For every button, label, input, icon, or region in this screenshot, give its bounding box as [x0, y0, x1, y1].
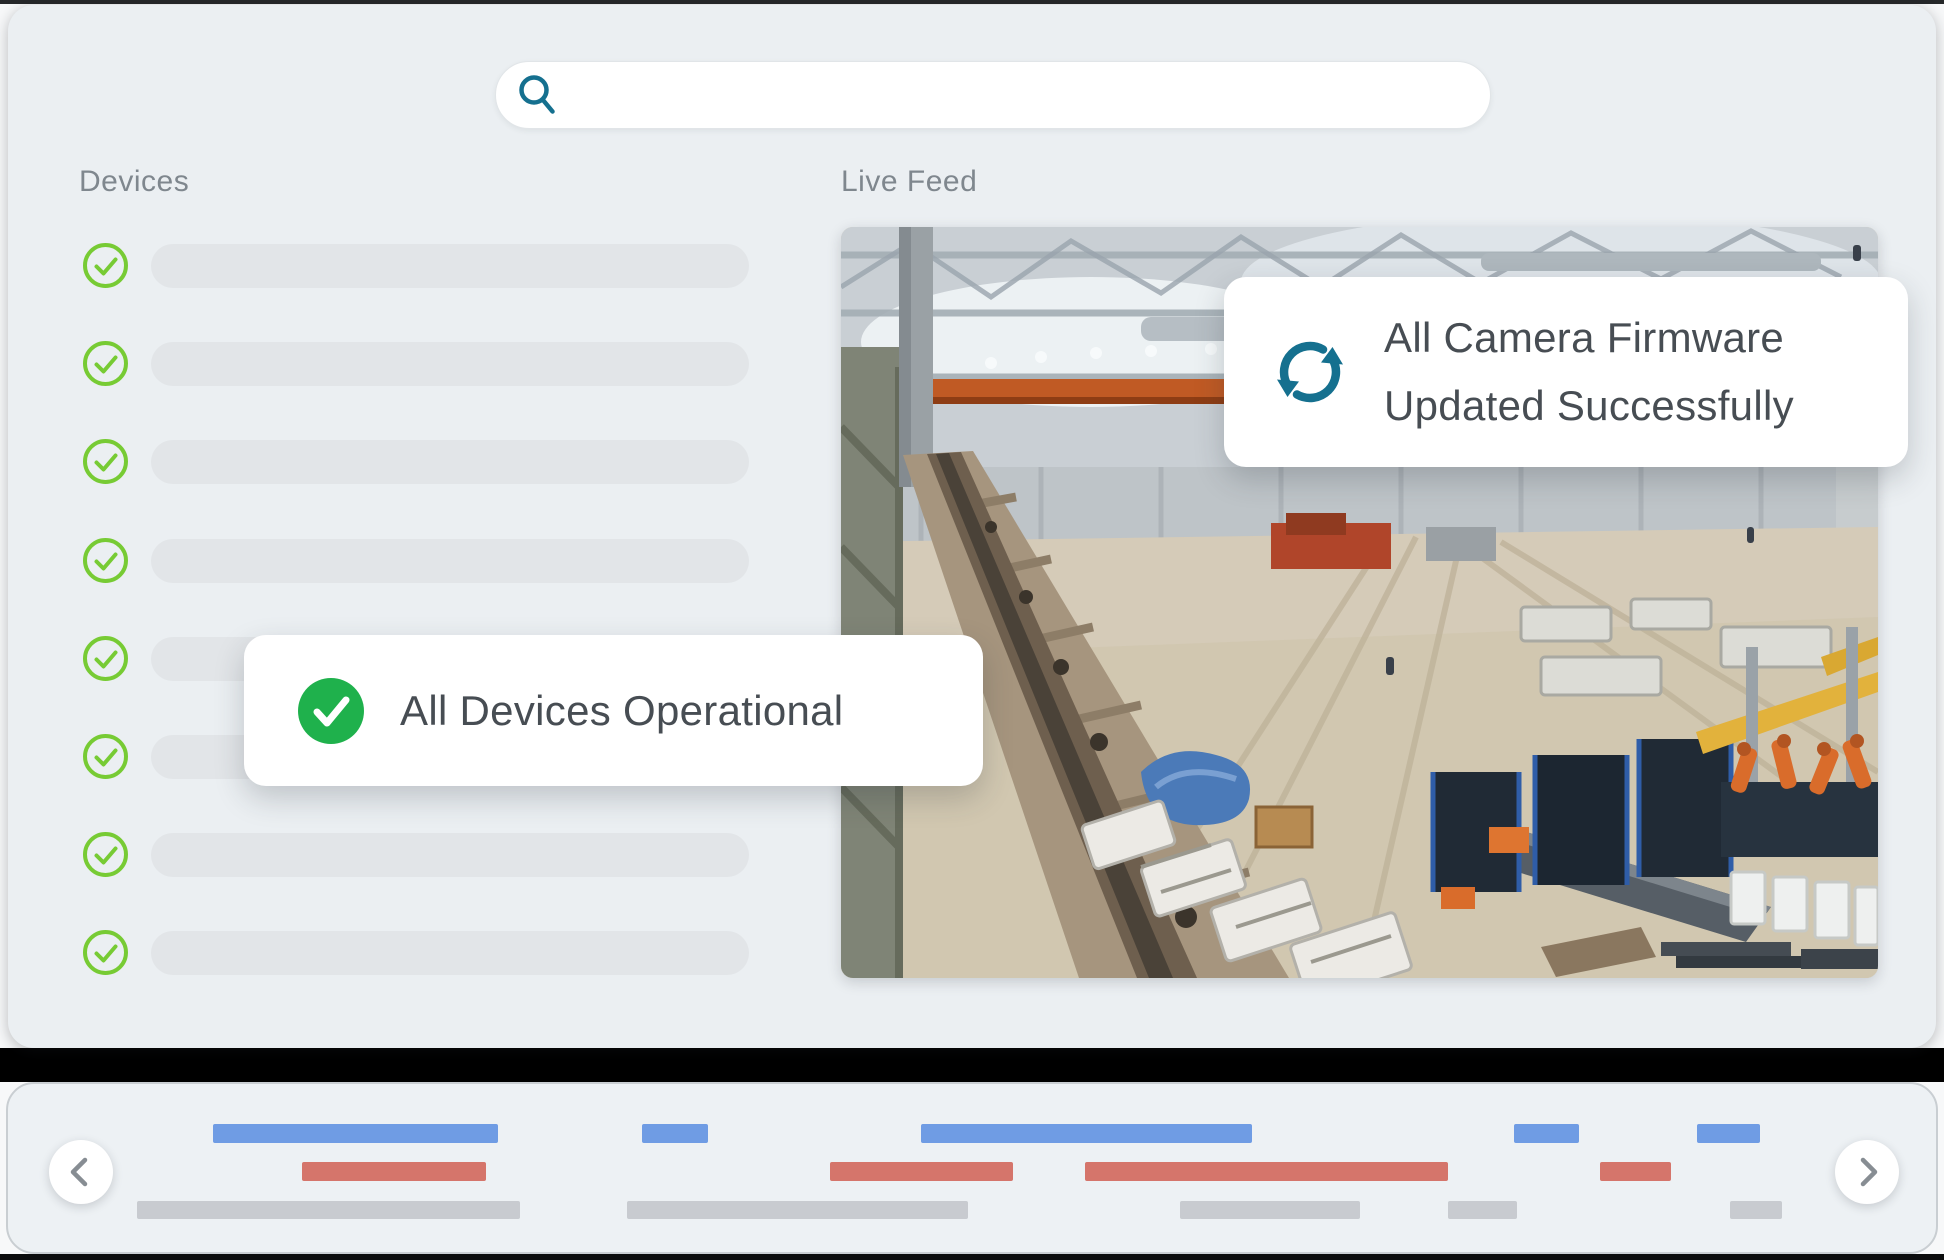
device-list-item[interactable] [82, 242, 749, 289]
status-ok-icon [82, 635, 129, 682]
timeline-bar-red [830, 1162, 1013, 1181]
panel-divider-band [0, 1048, 1944, 1082]
timeline-bar-gray [1448, 1201, 1517, 1219]
timeline-bar-blue [213, 1124, 498, 1143]
device-name-placeholder [151, 931, 749, 975]
device-list-item[interactable] [82, 929, 749, 976]
chevron-left-icon [57, 1148, 105, 1196]
status-ok-icon [82, 537, 129, 584]
timeline-bar-red [302, 1162, 486, 1181]
device-name-placeholder [151, 342, 749, 386]
bottom-edge-strip [0, 1254, 1944, 1260]
check-circle-icon [296, 676, 366, 746]
timeline-bar-gray [627, 1201, 968, 1219]
status-ok-icon [82, 831, 129, 878]
top-edge-strip [0, 0, 1944, 4]
timeline-panel [6, 1082, 1938, 1254]
toast-firmware-line1: All Camera Firmware [1384, 304, 1794, 372]
device-list-item[interactable] [82, 340, 749, 387]
main-panel: Devices Live Feed [8, 5, 1936, 1048]
page-root: Devices Live Feed [0, 0, 1944, 1260]
toast-firmware-updated: All Camera Firmware Updated Successfully [1224, 277, 1908, 467]
next-page-button[interactable] [1835, 1140, 1899, 1204]
live-feed-section-label: Live Feed [841, 165, 977, 199]
toast-firmware-line2: Updated Successfully [1384, 372, 1794, 440]
device-name-placeholder [151, 833, 749, 877]
toast-devices-text: All Devices Operational [400, 687, 843, 735]
timeline-bar-gray [1730, 1201, 1782, 1219]
timeline-bar-red [1085, 1162, 1448, 1181]
status-ok-icon [82, 242, 129, 289]
timeline-bar-blue [1697, 1124, 1760, 1143]
status-ok-icon [82, 340, 129, 387]
timeline-bar-blue [642, 1124, 708, 1143]
toast-firmware-text: All Camera Firmware Updated Successfully [1384, 304, 1794, 440]
timeline-bar-gray [137, 1201, 520, 1219]
status-ok-icon [82, 438, 129, 485]
toast-all-devices-operational: All Devices Operational [244, 635, 983, 786]
timeline-bar-red [1600, 1162, 1671, 1181]
status-ok-icon [82, 733, 129, 780]
sync-refresh-icon [1272, 334, 1348, 410]
status-ok-icon [82, 929, 129, 976]
timeline-bars [8, 1084, 1936, 1252]
device-list-item[interactable] [82, 438, 749, 485]
device-name-placeholder [151, 539, 749, 583]
device-list [82, 5, 762, 1048]
device-name-placeholder [151, 440, 749, 484]
chevron-right-icon [1843, 1148, 1891, 1196]
timeline-bar-gray [1180, 1201, 1360, 1219]
device-list-item[interactable] [82, 831, 749, 878]
prev-page-button[interactable] [49, 1140, 113, 1204]
device-name-placeholder [151, 244, 749, 288]
timeline-bar-blue [921, 1124, 1252, 1143]
device-list-item[interactable] [82, 537, 749, 584]
timeline-bar-blue [1514, 1124, 1579, 1143]
